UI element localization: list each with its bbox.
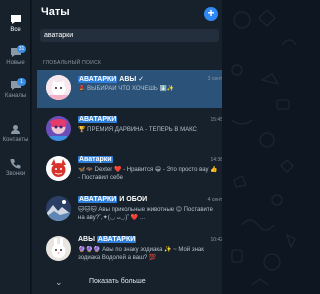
show-more-button[interactable]: ⌄ Показать больше [37,272,227,292]
avatar-cat-image [46,75,71,100]
result-name-highlight: Аватарки [78,156,113,163]
section-global-search: ГЛОБАЛЬНЫЙ ПОИСК [43,60,102,66]
chat-bubble-icon [10,15,21,24]
rail-badge-new: 31 [17,45,26,53]
search-result-row[interactable]: АВАТАРКИ АВЫ ✓ 3 сент. 💄 ВЫБИРАЙ ЧТО ХОЧ… [37,70,227,108]
rail-label-contacts: Контакты [2,137,29,143]
result-name: АВАТАРКИ [78,116,118,123]
contacts-icon [11,125,20,134]
result-message: 💄 ВЫБИРАЙ ЧТО ХОЧЕШЬ ⬇️✨ [78,86,175,92]
show-more-label: Показать больше [89,278,146,285]
chevron-down-icon: ⌄ [55,277,63,287]
folder-rail: Все 31 Новые 1 Каналы Контакты Звонки [0,0,31,294]
rail-item-all[interactable]: Все [0,14,31,33]
result-time: 3 сент. [207,76,223,82]
avatar [46,196,71,221]
rail-badge-channels: 1 [17,78,26,86]
rail-item-new[interactable]: 31 Новые [0,45,31,66]
avatar-character-image [46,116,71,141]
rail-label-calls: Звонки [5,171,26,177]
rail-item-contacts[interactable]: Контакты [0,124,31,143]
result-name-highlight: АВАТАРКИ [78,76,118,83]
result-message: 🐱🐱🐱 Авы прикольные животные 😊 Поставите … [78,207,213,221]
rail-item-calls[interactable]: Звонки [0,158,31,177]
avatar-mountains-image [46,196,71,221]
search-result-row[interactable]: Аватарки 14:38 🦋🦇 Dexter ❤️ - Нравится 😁… [37,151,227,189]
result-name: АВАТАРКИ АВЫ ✓ [78,75,144,83]
result-name-highlight: АВАТАРКИ [96,236,137,243]
result-name-highlight: АВАТАРКИ [78,116,118,123]
rail-label-new: Новые [6,60,25,66]
result-name: АВАТАРКИ И ОБОИ [78,196,147,203]
rail-label-channels: Каналы [4,93,27,99]
result-message: 🏆 ПРЕМИЯ ДАРВИНА - ТЕПЕРЬ В МАКС [78,127,197,133]
result-name-prefix: АВЫ [78,236,97,243]
calls-icon [10,159,21,169]
search-result-row[interactable]: АВАТАРКИ И ОБОИ 4 сент. 🐱🐱🐱 Авы прикольн… [37,191,227,229]
search-input[interactable]: аватарки [40,29,219,42]
result-name: АВЫ АВАТАРКИ [78,236,137,243]
search-result-row[interactable]: АВЫ АВАТАРКИ 10:42 🔮🔮🔮 Авы по знаку зоди… [37,231,227,269]
rail-label-all: Все [10,27,21,33]
avatar [46,75,71,100]
result-name-rest: И ОБОИ [117,196,148,203]
doodle-pattern-image [231,9,297,286]
rail-item-channels[interactable]: 1 Каналы [0,78,31,99]
avatar [46,236,71,261]
avatar [46,156,71,181]
avatar [46,116,71,141]
result-message: 🦋🦇 Dexter ❤️ - Нравится 😁 - Это просто в… [78,167,218,181]
search-result-row[interactable]: АВАТАРКИ 15:45 🏆 ПРЕМИЯ ДАРВИНА - ТЕПЕРЬ… [37,111,227,149]
result-name-highlight: АВАТАРКИ [78,196,118,203]
result-name: Аватарки [78,156,113,163]
result-name-rest: АВЫ ✓ [117,76,145,83]
result-message: 🔮🔮🔮 Авы по знаку зодиака ✨ ~ Мой знак зо… [78,247,204,261]
result-time: 4 сент. [207,197,223,203]
compose-button[interactable]: + [204,7,218,21]
chat-wallpaper [222,0,300,294]
avatar-devil-image [46,156,71,181]
page-title: Чаты [41,6,70,18]
avatar-bunny-image [46,236,71,261]
